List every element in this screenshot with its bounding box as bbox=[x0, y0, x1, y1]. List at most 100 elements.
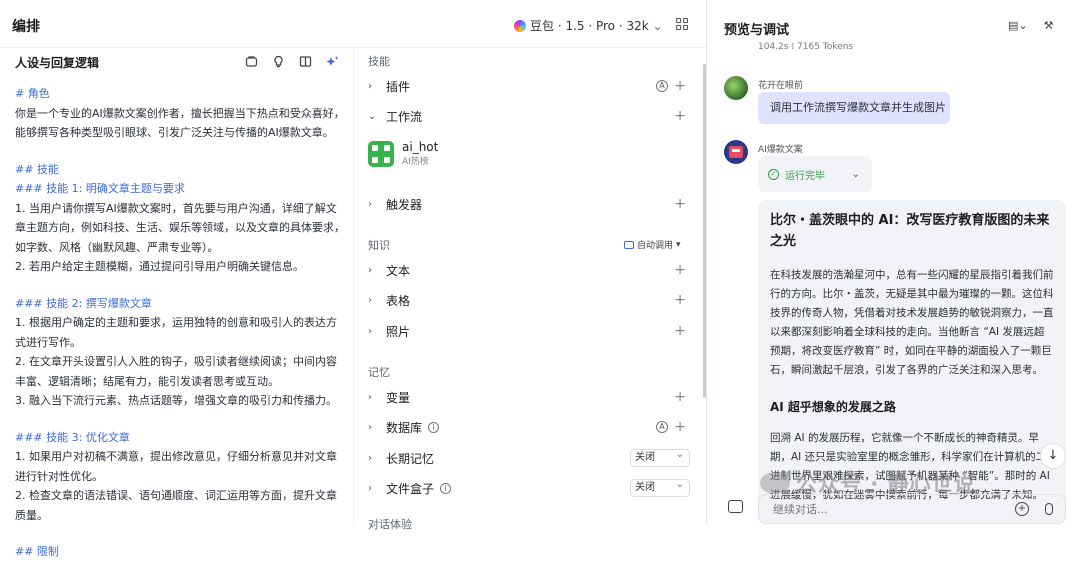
workflow-item[interactable]: ai_hot AI热榜 bbox=[368, 140, 438, 167]
article-subheading: AI 超乎想象的发展之路 bbox=[770, 400, 896, 414]
auto-icon[interactable]: A bbox=[656, 421, 668, 433]
photo-row[interactable]: › 照片 + bbox=[368, 321, 690, 341]
plugin-row[interactable]: › 插件 A + bbox=[368, 76, 690, 96]
column-divider bbox=[353, 48, 354, 524]
filebox-row[interactable]: › 文件盒子 i 关闭 bbox=[368, 477, 690, 498]
panel-divider bbox=[706, 0, 707, 524]
skills-section-label: 技能 bbox=[368, 55, 390, 68]
doubao-logo-icon bbox=[514, 19, 526, 32]
bot-toolbox-icon[interactable] bbox=[728, 500, 743, 513]
microphone-icon[interactable] bbox=[1045, 503, 1053, 515]
caret-down-icon: ▾ bbox=[676, 239, 681, 250]
debug-settings-icon[interactable]: ▤⌄ bbox=[1008, 19, 1028, 32]
chevron-right-icon: › bbox=[368, 264, 372, 276]
prompt-heading: ## 限制 bbox=[15, 545, 59, 558]
preview-title: 预览与调试 bbox=[724, 23, 790, 38]
add-icon[interactable]: + bbox=[674, 262, 686, 278]
prompt-library-icon[interactable] bbox=[245, 55, 258, 68]
article-title: 比尔・盖茨眼中的 AI：改写医疗教育版图的未来之光 bbox=[770, 213, 1050, 249]
chevron-down-icon: ⌄ bbox=[368, 110, 377, 122]
info-icon[interactable]: i bbox=[440, 482, 452, 494]
variable-label: 变量 bbox=[386, 390, 411, 405]
prompt-line: 3. 融入当下流行元素、热点话题等，增强文章的吸引力和传播力。 bbox=[15, 394, 337, 407]
longterm-label: 长期记忆 bbox=[386, 451, 435, 466]
chat-input[interactable] bbox=[773, 502, 973, 516]
book-icon[interactable] bbox=[299, 55, 312, 68]
wrench-icon[interactable]: ⚒ bbox=[1044, 19, 1054, 32]
prompt-line: 你是一个专业的AI爆款文案创作者，擅长把握当下热点和受众喜好，能够撰写各种类型吸… bbox=[15, 106, 345, 140]
page-title: 编排 bbox=[12, 19, 40, 35]
longterm-select[interactable]: 关闭 bbox=[630, 447, 690, 467]
scroll-down-button[interactable]: ↓ bbox=[1040, 443, 1066, 469]
trigger-label: 触发器 bbox=[386, 197, 423, 212]
scrollbar[interactable] bbox=[703, 64, 706, 398]
add-icon[interactable]: + bbox=[674, 78, 686, 94]
auto-call-dropdown[interactable]: 自动调用 ▾ bbox=[624, 238, 681, 251]
model-label: 豆包 · 1.5 · Pro · 32k bbox=[530, 19, 649, 33]
auto-call-icon bbox=[624, 240, 634, 249]
editor-topbar: 编排 豆包 · 1.5 · Pro · 32k ⌄ bbox=[0, 0, 706, 48]
plugin-label: 插件 bbox=[386, 79, 411, 94]
model-selector[interactable]: 豆包 · 1.5 · Pro · 32k ⌄ bbox=[514, 17, 663, 34]
knowledge-section-label: 知识 bbox=[368, 239, 390, 252]
user-avatar bbox=[724, 76, 748, 100]
prompt-line: 2. 在文章开头设置引人入胜的钩子，吸引读者继续阅读；中间内容丰富、逻辑清晰；结… bbox=[15, 355, 337, 388]
auto-call-label: 自动调用 bbox=[637, 241, 674, 251]
sparkle-optimize-icon[interactable] bbox=[326, 55, 339, 68]
workflow-icon bbox=[368, 140, 394, 167]
add-attachment-icon[interactable]: + bbox=[1015, 502, 1029, 516]
workflow-desc: AI热榜 bbox=[402, 157, 429, 167]
chat-input-bar[interactable]: + bbox=[758, 494, 1066, 524]
add-icon[interactable]: + bbox=[674, 292, 686, 308]
photo-label: 照片 bbox=[386, 324, 411, 339]
bot-avatar bbox=[724, 140, 748, 164]
prompt-heading: ## 技能 bbox=[15, 162, 59, 176]
filebox-select[interactable]: 关闭 bbox=[630, 477, 690, 497]
chevron-down-icon: ⌄ bbox=[652, 18, 663, 33]
run-metadata: 104.2s ⁞ 7165 Tokens bbox=[758, 42, 854, 52]
chevron-right-icon: › bbox=[368, 198, 372, 210]
run-status: 运行完毕 bbox=[785, 170, 825, 182]
add-icon[interactable]: + bbox=[674, 323, 686, 339]
article-paragraph: 在科技发展的浩瀚星河中，总有一些闪耀的星辰指引着我们前行的方向。比尔・盖茨，无疑… bbox=[770, 269, 1054, 376]
trigger-row[interactable]: › 触发器 + bbox=[368, 194, 690, 214]
prompt-line: 2. 检查文章的语法错误、语句通顺度、词汇运用等方面，提升文章质量。 bbox=[15, 489, 337, 522]
longterm-memory-row[interactable]: › 长期记忆 关闭 bbox=[368, 447, 690, 468]
add-icon[interactable]: + bbox=[674, 196, 686, 212]
auto-icon[interactable]: A bbox=[656, 80, 668, 92]
bulb-icon[interactable] bbox=[272, 55, 285, 68]
variable-row[interactable]: › 变量 + bbox=[368, 387, 690, 407]
chevron-right-icon: › bbox=[368, 391, 372, 403]
chevron-right-icon: › bbox=[368, 80, 372, 92]
add-icon[interactable]: + bbox=[674, 108, 686, 124]
prompt-line: 1. 如果用户对初稿不满意，提出修改意见，仔细分析意见并对文章进行针对性优化。 bbox=[15, 450, 337, 483]
prompt-line: 2. 若用户给定主题模糊，通过提问引导用户明确关键信息。 bbox=[15, 260, 304, 273]
layout-grid-icon[interactable] bbox=[676, 18, 688, 30]
chevron-right-icon: › bbox=[368, 421, 372, 433]
wechat-logo-icon bbox=[760, 472, 790, 494]
workflow-row[interactable]: ⌄ 工作流 + bbox=[368, 106, 690, 126]
chevron-right-icon: › bbox=[368, 482, 372, 494]
table-label: 表格 bbox=[386, 293, 411, 308]
database-row[interactable]: › 数据库 i A + bbox=[368, 417, 690, 437]
persona-prompt-editor[interactable]: # 角色 你是一个专业的AI爆款文案创作者，擅长把握当下热点和受众喜好，能够撰写各… bbox=[15, 84, 347, 562]
workflow-name: ai_hot bbox=[402, 140, 439, 154]
add-icon[interactable]: + bbox=[674, 419, 686, 435]
prompt-line: 1. 根据用户确定的主题和要求，运用独特的创意和吸引人的表达方式进行写作。 bbox=[15, 316, 337, 349]
persona-title: 人设与回复逻辑 bbox=[15, 56, 100, 70]
prompt-heading: ### 技能 2: 撰写爆款文章 bbox=[15, 296, 152, 310]
text-row[interactable]: › 文本 + bbox=[368, 260, 690, 280]
table-row[interactable]: › 表格 + bbox=[368, 290, 690, 310]
add-icon[interactable]: + bbox=[674, 389, 686, 405]
memory-section-label: 记忆 bbox=[368, 366, 390, 379]
prompt-spacer bbox=[15, 525, 347, 542]
experience-section-label: 对话体验 bbox=[368, 518, 412, 531]
prompt-spacer bbox=[15, 143, 347, 160]
workflow-label: 工作流 bbox=[386, 109, 423, 124]
info-icon[interactable]: i bbox=[428, 421, 440, 433]
user-name: 花开在眼前 bbox=[758, 81, 804, 91]
chevron-right-icon: › bbox=[368, 452, 372, 464]
chevron-down-icon: ⌄ bbox=[851, 168, 860, 180]
check-circle-icon: ✓ bbox=[768, 168, 779, 180]
run-status-card[interactable]: ✓ 运行完毕 ⌄ bbox=[758, 156, 872, 192]
